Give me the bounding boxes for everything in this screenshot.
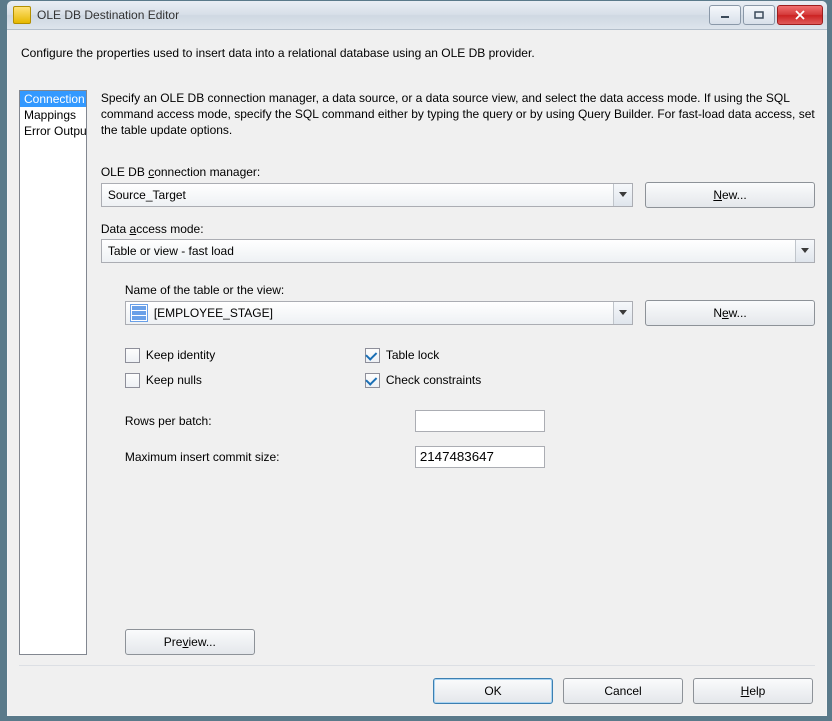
conn-manager-value: Source_Target (102, 188, 613, 202)
chevron-down-icon (795, 240, 814, 262)
table-icon (130, 304, 148, 322)
table-lock-checkbox[interactable]: Table lock (365, 348, 815, 363)
rows-per-batch-input[interactable] (415, 410, 545, 432)
max-commit-size-label: Maximum insert commit size: (125, 450, 415, 464)
dialog-footer: OK Cancel Help (19, 678, 815, 706)
app-icon (13, 6, 31, 24)
titlebar[interactable]: OLE DB Destination Editor (7, 1, 827, 30)
table-lock-label: Table lock (386, 348, 439, 362)
table-name-combo[interactable]: [EMPLOYEE_STAGE] (125, 301, 633, 325)
rows-per-batch-label: Rows per batch: (125, 414, 415, 428)
close-button[interactable] (777, 5, 823, 25)
data-access-mode-label: Data access mode: (101, 222, 815, 236)
ok-button[interactable]: OK (433, 678, 553, 704)
nav-item-connection-manager[interactable]: Connection Manager (20, 91, 86, 107)
preview-button[interactable]: Preview... (125, 629, 255, 655)
config-panel: Specify an OLE DB connection manager, a … (101, 90, 815, 655)
minimize-button[interactable] (709, 5, 741, 25)
keep-identity-checkbox[interactable]: Keep identity (125, 348, 355, 363)
intro-text: Configure the properties used to insert … (21, 46, 813, 60)
checkbox-icon (125, 348, 140, 363)
chevron-down-icon (613, 302, 632, 324)
checkbox-icon (365, 373, 380, 388)
panel-description: Specify an OLE DB connection manager, a … (101, 90, 815, 139)
new-connection-button[interactable]: New... (645, 182, 815, 208)
maximize-button[interactable] (743, 5, 775, 25)
table-name-value: [EMPLOYEE_STAGE] (148, 306, 613, 320)
data-access-mode-value: Table or view - fast load (102, 244, 795, 258)
check-constraints-checkbox[interactable]: Check constraints (365, 373, 815, 388)
nav-item-error-output[interactable]: Error Output (20, 123, 86, 139)
dialog-window: OLE DB Destination Editor Configure the … (6, 0, 828, 717)
keep-nulls-checkbox[interactable]: Keep nulls (125, 373, 355, 388)
help-button[interactable]: Help (693, 678, 813, 704)
keep-nulls-label: Keep nulls (146, 373, 202, 387)
cancel-button[interactable]: Cancel (563, 678, 683, 704)
new-table-button[interactable]: New... (645, 300, 815, 326)
page-nav-list[interactable]: Connection Manager Mappings Error Output (19, 90, 87, 655)
separator (19, 665, 815, 666)
conn-manager-label: OLE DB connection manager: (101, 165, 815, 179)
checkbox-icon (125, 373, 140, 388)
checkbox-icon (365, 348, 380, 363)
keep-identity-label: Keep identity (146, 348, 215, 362)
conn-manager-combo[interactable]: Source_Target (101, 183, 633, 207)
window-title: OLE DB Destination Editor (37, 8, 179, 22)
chevron-down-icon (613, 184, 632, 206)
table-name-label: Name of the table or the view: (125, 283, 815, 297)
nav-item-mappings[interactable]: Mappings (20, 107, 86, 123)
max-commit-size-input[interactable] (415, 446, 545, 468)
check-constraints-label: Check constraints (386, 373, 481, 387)
data-access-mode-combo[interactable]: Table or view - fast load (101, 239, 815, 263)
